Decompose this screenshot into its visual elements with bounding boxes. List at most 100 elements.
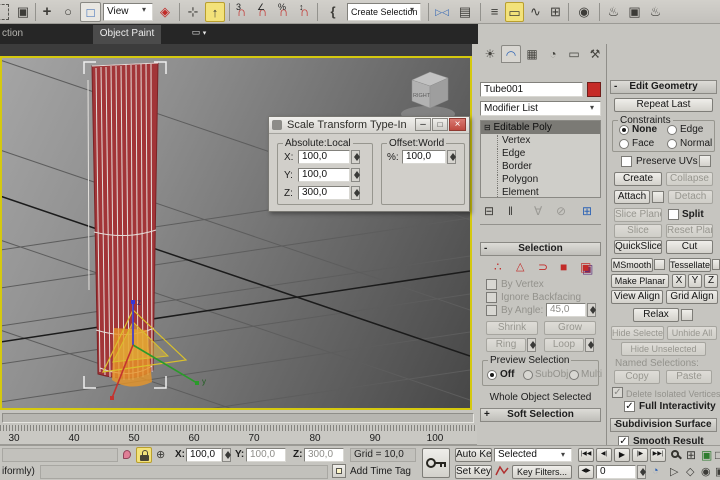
- create-button[interactable]: Create: [614, 172, 662, 186]
- hide-selected-button[interactable]: Hide Selected: [611, 326, 664, 340]
- zoom-extents-button[interactable]: ▣: [701, 448, 712, 462]
- stack-item-editable-poly[interactable]: ⊟ Editable Poly: [481, 121, 600, 134]
- key-mode-toggle[interactable]: ◀▶: [578, 465, 594, 479]
- coord-system-arrow-icon[interactable]: ▾: [142, 5, 146, 14]
- constraint-face-radio[interactable]: [619, 139, 629, 149]
- selection-set-combo-arrow-icon[interactable]: ▾: [561, 450, 565, 459]
- preview-off-radio[interactable]: [487, 370, 497, 380]
- relax-button[interactable]: Relax: [633, 308, 679, 322]
- select-scale-icon[interactable]: □: [80, 2, 101, 22]
- viewport-perspective[interactable]: z y RIGHT: [0, 56, 472, 410]
- zoom-all-button[interactable]: ⊞: [686, 448, 696, 462]
- element-subobject-icon[interactable]: ▣: [580, 260, 591, 274]
- modifier-list-arrow-icon[interactable]: ▾: [590, 103, 594, 112]
- time-slider-track[interactable]: [2, 413, 474, 423]
- msmooth-settings-button[interactable]: [654, 259, 665, 270]
- select-manipulate-icon[interactable]: ⊹: [184, 2, 202, 22]
- relax-settings-button[interactable]: [681, 309, 693, 321]
- mirror-icon[interactable]: ▷◁: [433, 2, 451, 22]
- dialog-pct-spinner[interactable]: [447, 150, 456, 164]
- shrink-button[interactable]: Shrink: [486, 321, 538, 335]
- planar-y-button[interactable]: Y: [688, 274, 702, 288]
- show-end-result-icon[interactable]: ‖: [508, 204, 513, 218]
- pin-stack-icon[interactable]: ⊟: [484, 204, 494, 218]
- keyboard-override-icon[interactable]: ↑: [205, 2, 225, 22]
- set-keys-button[interactable]: [422, 448, 450, 478]
- key-curve-icon[interactable]: [495, 464, 509, 480]
- copy-button[interactable]: Copy: [614, 370, 660, 384]
- ribbon-overflow-button[interactable]: ▭ ▾: [186, 27, 212, 41]
- dialog-y-spinner[interactable]: [351, 168, 360, 182]
- pan-hand-button[interactable]: ◇: [686, 465, 694, 478]
- soft-selection-expand-icon[interactable]: +: [484, 409, 490, 421]
- cut-button[interactable]: Cut: [666, 240, 713, 254]
- grid-align-button[interactable]: Grid Align: [666, 290, 718, 304]
- selection-collapse-icon[interactable]: -: [484, 243, 487, 255]
- set-key-button[interactable]: Set Key: [455, 465, 492, 479]
- motion-tab-icon[interactable]: ◔: [543, 45, 563, 63]
- dialog-x-spinner[interactable]: [351, 150, 360, 164]
- render-setup-icon[interactable]: ♨: [604, 2, 623, 22]
- subdivision-surface-header[interactable]: - Subdivision Surface: [610, 418, 717, 432]
- collapse-button[interactable]: Collapse: [666, 172, 713, 186]
- configure-modifier-sets-icon[interactable]: ⊞: [582, 204, 592, 218]
- time-configuration-button[interactable]: ◔: [652, 465, 659, 477]
- dialog-y-field[interactable]: 100,0: [298, 168, 350, 182]
- dialog-pct-field[interactable]: 100,0: [402, 150, 446, 164]
- dialog-z-field[interactable]: 300,0: [298, 186, 350, 200]
- vertex-subobject-icon[interactable]: ∴: [494, 260, 502, 274]
- planar-z-button[interactable]: Z: [704, 274, 718, 288]
- rendered-frame-icon[interactable]: ▣: [626, 2, 643, 22]
- constraint-normal-radio[interactable]: [667, 139, 677, 149]
- goto-start-button[interactable]: |◀◀: [578, 448, 594, 462]
- constraint-none-radio[interactable]: [619, 125, 629, 135]
- grow-button[interactable]: Grow: [544, 321, 596, 335]
- ring-button[interactable]: Ring: [486, 338, 526, 352]
- hierarchy-tab-icon[interactable]: ▦: [522, 45, 542, 63]
- stack-item-edge[interactable]: Edge: [497, 148, 597, 160]
- full-interactivity-checkbox[interactable]: ✓: [624, 401, 635, 412]
- transform-gizmo-icon[interactable]: ⊕: [156, 448, 165, 461]
- view-align-button[interactable]: View Align: [611, 290, 663, 304]
- select-move-icon[interactable]: +: [38, 2, 56, 22]
- preview-subobj-radio[interactable]: [523, 370, 533, 380]
- adaptive-degradation-toggle[interactable]: [332, 464, 346, 478]
- object-color-swatch[interactable]: [587, 82, 601, 97]
- next-frame-button[interactable]: |▶: [632, 448, 648, 462]
- soft-selection-rollout-header[interactable]: + Soft Selection: [480, 408, 601, 422]
- by-vertex-checkbox[interactable]: [486, 279, 497, 290]
- named-set-arrow-icon[interactable]: ▾: [410, 5, 414, 14]
- delete-isolated-checkbox[interactable]: ✓: [612, 387, 623, 398]
- render-production-icon[interactable]: ♨: [647, 2, 664, 22]
- stack-item-vertex[interactable]: Vertex: [497, 135, 597, 147]
- stack-item-border[interactable]: Border: [497, 161, 597, 173]
- window-crossing-icon[interactable]: ▣: [14, 2, 32, 22]
- viewcube[interactable]: RIGHT: [401, 72, 455, 122]
- coord-x-spinner[interactable]: [222, 448, 231, 462]
- unhide-all-button[interactable]: Unhide All: [667, 326, 717, 340]
- ignore-backfacing-checkbox[interactable]: [486, 292, 497, 303]
- orbit-button[interactable]: ◉: [701, 465, 711, 478]
- key-filters-button[interactable]: Key Filters...: [512, 465, 572, 479]
- coord-y-field[interactable]: 100,0: [246, 448, 286, 462]
- dialog-close-button[interactable]: ×: [449, 118, 466, 131]
- attach-button[interactable]: Attach: [614, 190, 650, 204]
- selection-lock-toggle[interactable]: [136, 447, 152, 463]
- modify-tab-icon[interactable]: ◠: [501, 45, 521, 63]
- align-icon[interactable]: ▤: [456, 2, 474, 22]
- preserve-uvs-checkbox[interactable]: [621, 156, 632, 167]
- slice-plane-button[interactable]: Slice Plane: [614, 208, 662, 222]
- graphite-ribbon-toggle-icon[interactable]: ▭: [505, 2, 524, 22]
- slice-button[interactable]: Slice: [614, 224, 662, 238]
- auto-key-button[interactable]: Auto Key: [455, 448, 492, 462]
- repeat-last-button[interactable]: Repeat Last: [614, 98, 713, 112]
- select-rotate-icon[interactable]: ○: [59, 2, 77, 22]
- ring-spinner[interactable]: [527, 338, 536, 352]
- make-planar-button[interactable]: Make Planar: [611, 274, 669, 288]
- coord-z-field[interactable]: 300,0: [304, 448, 344, 462]
- tab-selection-partial[interactable]: ction: [2, 28, 23, 39]
- detach-button[interactable]: Detach: [668, 190, 713, 204]
- dialog-titlebar[interactable]: Scale Transform Type-In – □ ×: [269, 117, 469, 134]
- tessellate-settings-button[interactable]: [712, 259, 720, 270]
- add-time-tag-label[interactable]: Add Time Tag: [350, 466, 411, 478]
